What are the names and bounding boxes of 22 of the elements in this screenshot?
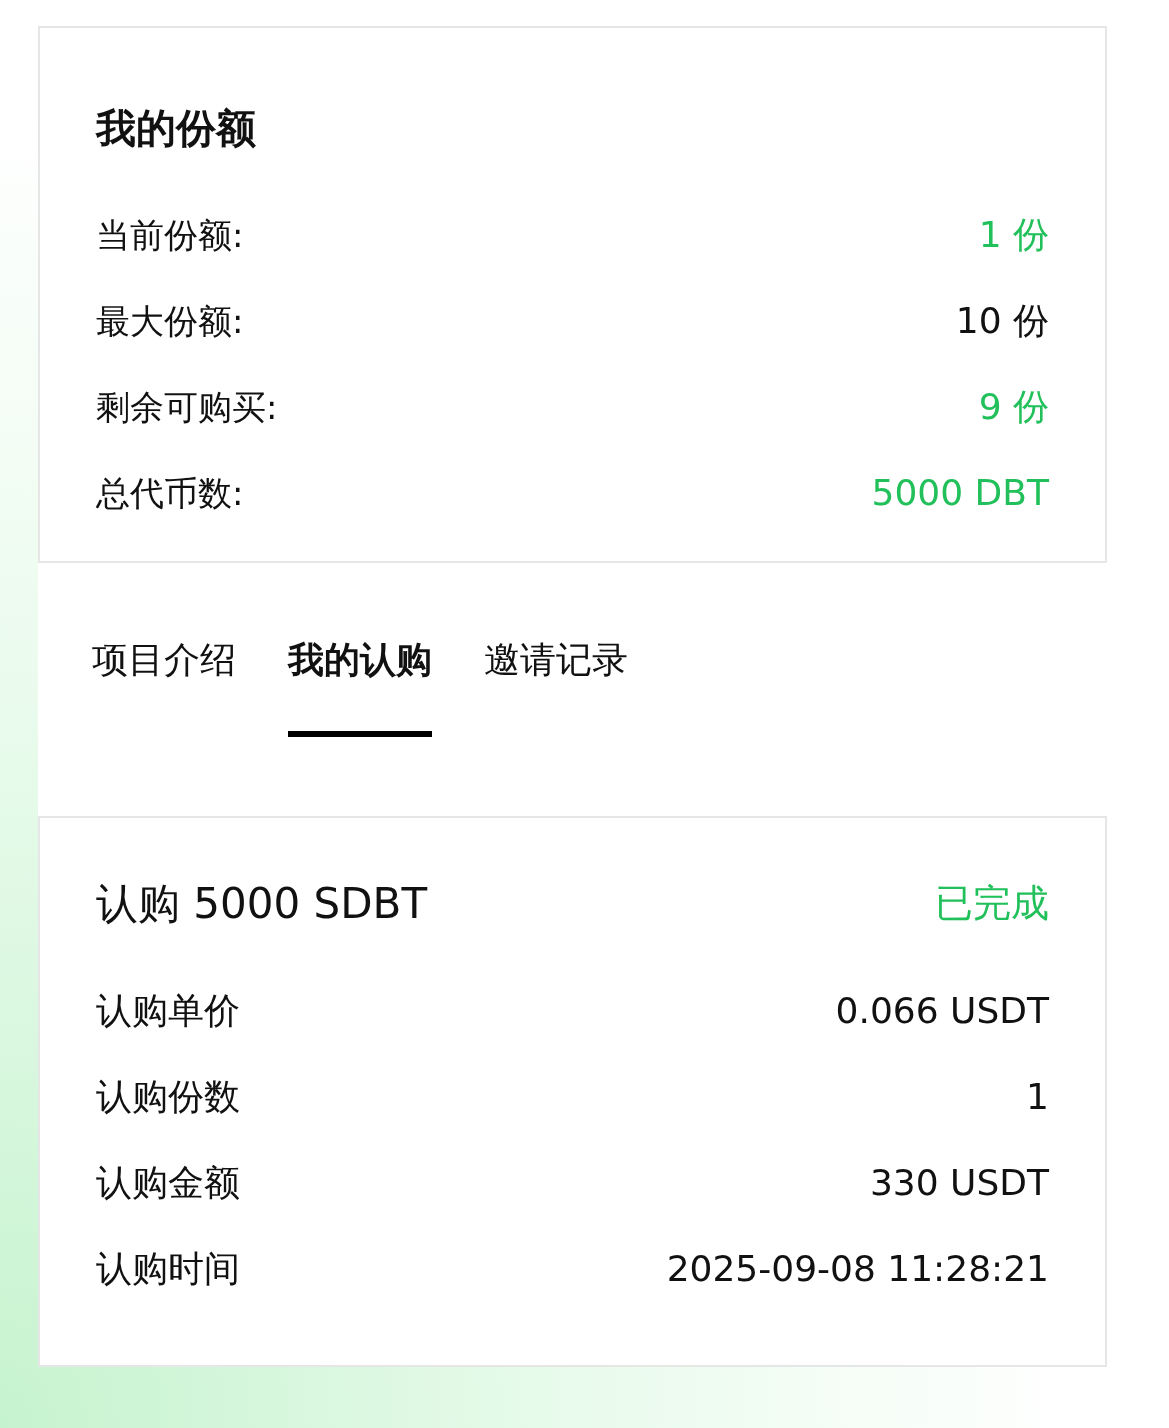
row-value: 330 USDT bbox=[869, 1161, 1049, 1205]
row-label: 当前份额: bbox=[96, 213, 244, 257]
card-title: 我的份额 bbox=[96, 108, 257, 148]
row-value: 2025-09-08 11:28:21 bbox=[666, 1247, 1049, 1291]
row-label: 认购份数 bbox=[96, 1075, 240, 1119]
row-label: 认购单价 bbox=[96, 989, 240, 1033]
tab[interactable]: 我的认购 bbox=[288, 625, 432, 737]
row-value: 10 份 bbox=[955, 299, 1049, 343]
row-label: 认购金额 bbox=[96, 1161, 240, 1205]
row-label: 总代币数: bbox=[96, 471, 244, 515]
status-label: 已完成 bbox=[935, 879, 1049, 927]
row-value: 0.066 USDT bbox=[835, 989, 1049, 1033]
row-label: 认购时间 bbox=[96, 1247, 240, 1291]
tab[interactable]: 项目介绍 bbox=[92, 625, 236, 737]
row-value: 1 bbox=[1026, 1075, 1049, 1119]
tab[interactable]: 邀请记录 bbox=[484, 625, 628, 737]
row-value: 5000 DBT bbox=[871, 471, 1049, 515]
row-value: 9 份 bbox=[978, 385, 1049, 429]
row-value: 1 份 bbox=[978, 213, 1049, 257]
row-label: 最大份额: bbox=[96, 299, 244, 343]
card-title: 认购 5000 SDBT bbox=[96, 877, 428, 930]
row-label: 剩余可购买: bbox=[96, 385, 278, 429]
